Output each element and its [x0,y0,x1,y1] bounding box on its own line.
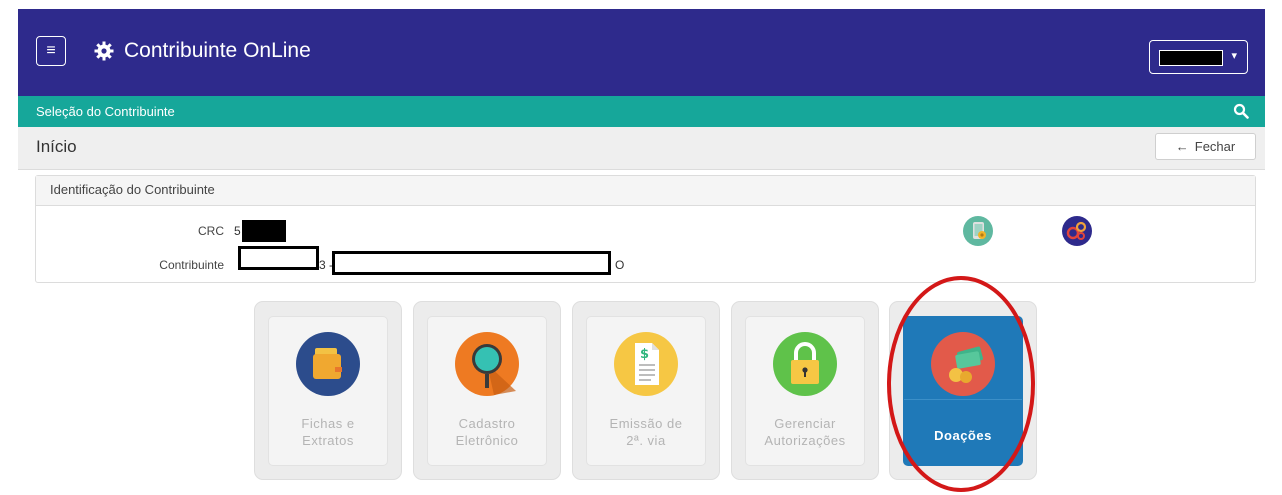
redacted-taxpayer-name [332,251,611,275]
taxpayer-separator: 3 - [319,258,334,272]
menu-button[interactable]: ≡ [36,36,66,66]
tile-card[interactable]: $ Emissão de 2ª. via [586,316,706,466]
app-title: Contribuinte OnLine [124,39,311,62]
page-header: Início ← Fechar [18,127,1265,170]
phone-settings-icon[interactable] [962,215,994,247]
user-dropdown[interactable]: ▾ [1149,40,1248,74]
redacted-crc [242,220,286,242]
tile-doacoes[interactable]: Doações [889,301,1037,480]
gear-icon [94,41,114,61]
tile-label: Emissão de 2ª. via [609,416,683,448]
taxpayer-label: Contribuinte [159,258,224,272]
chevron-down-icon: ▾ [1231,50,1237,62]
tile-card[interactable]: Fichas e Extratos [268,316,388,466]
padlock-icon [773,332,837,396]
tile-label: Cadastro Eletrônico [455,416,519,448]
document-dollar-icon: $ [614,332,678,396]
taxpayer-selection-bar: Seleção do Contribuinte [18,96,1265,127]
magnifier-icon [455,332,519,396]
tile-fichas-extratos[interactable]: Fichas e Extratos [254,301,402,480]
top-header: ≡ Contribuinte OnLine ▾ [18,9,1265,96]
tile-card-active[interactable]: Doações [903,316,1023,466]
donation-money-icon [931,332,995,396]
arrow-left-icon: ← [1175,139,1189,154]
redacted-username [1159,50,1223,66]
tile-label: Doações [934,428,992,443]
tile-card[interactable]: Cadastro Eletrônico [427,316,547,466]
tile-cadastro-eletronico[interactable]: Cadastro Eletrônico [413,301,561,480]
tile-label: Gerenciar Autorizações [764,416,846,448]
tile-emissao-segunda-via[interactable]: $ Emissão de 2ª. via [572,301,720,480]
search-icon[interactable] [1233,103,1249,119]
folder-icon [296,332,360,396]
gears-settings-icon[interactable] [1061,215,1093,247]
tile-gerenciar-autorizacoes[interactable]: Gerenciar Autorizações [731,301,879,480]
taxpayer-name-suffix: O [615,258,625,272]
svg-text:$: $ [640,347,649,362]
tile-label: Fichas e Extratos [301,416,355,448]
tile-card[interactable]: Gerenciar Autorizações [745,316,865,466]
tile-divider [904,399,1022,400]
close-button-label: Fechar [1194,139,1236,154]
close-button[interactable]: ← Fechar [1155,133,1256,160]
crc-value-prefix: 5 [234,224,241,238]
taxpayer-identification-panel: Identificação do Contribuinte CRC 5 Cont… [35,175,1256,283]
page-title: Início [36,137,77,156]
menu-icon: ≡ [46,42,56,59]
taxpayer-selection-link[interactable]: Seleção do Contribuinte [36,104,175,119]
app-brand: Contribuinte OnLine [94,39,311,63]
crc-label: CRC [198,224,224,238]
redacted-taxpayer-id [238,246,319,270]
panel-heading: Identificação do Contribuinte [36,176,1255,206]
